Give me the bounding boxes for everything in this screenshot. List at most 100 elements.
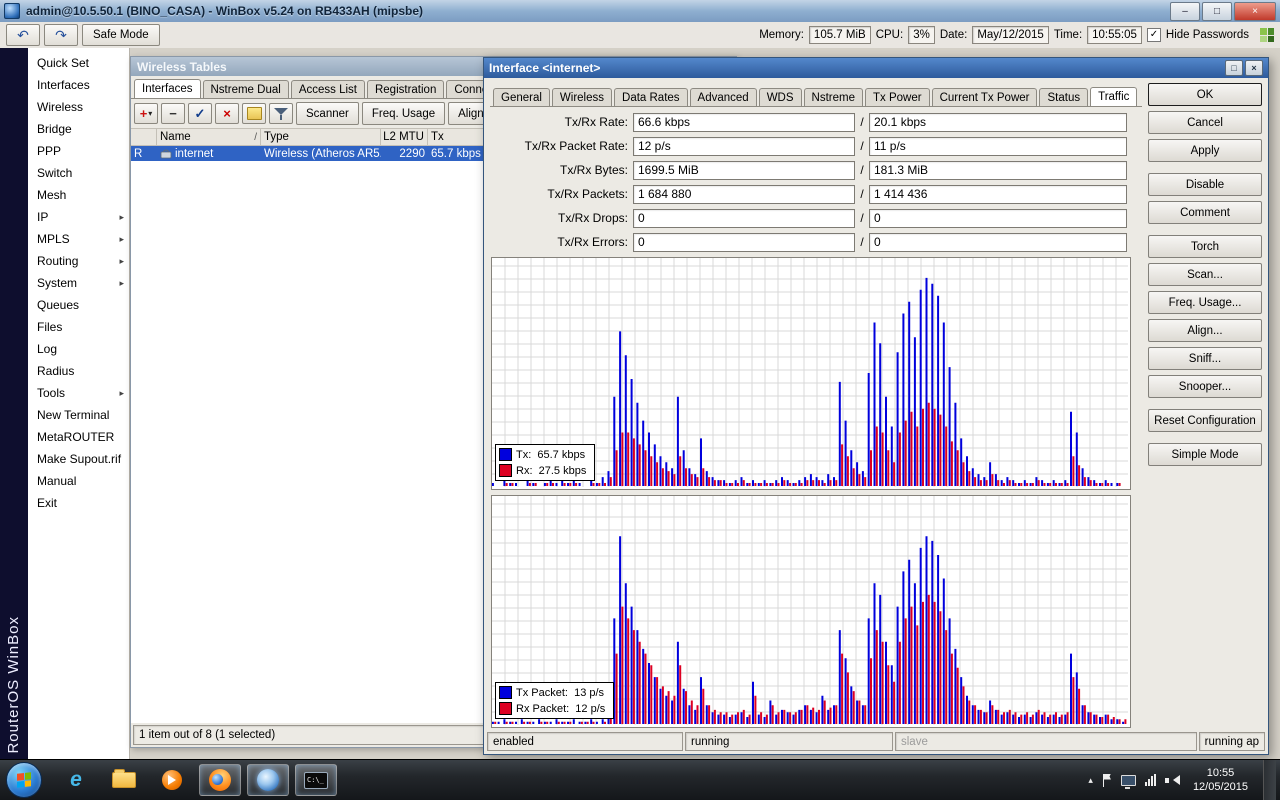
- dialog-tab[interactable]: Traffic: [1090, 87, 1138, 106]
- dialog-tab[interactable]: Advanced: [689, 88, 757, 106]
- sidebar-item[interactable]: Tools ▸: [28, 382, 129, 404]
- dialog-button[interactable]: Align...: [1148, 319, 1262, 342]
- sidebar-item[interactable]: Routing ▸: [28, 250, 129, 272]
- sidebar-item[interactable]: Wireless: [28, 96, 129, 118]
- rx-value-field[interactable]: 1 414 436: [869, 184, 1127, 204]
- tx-value-field[interactable]: 1699.5 MiB: [633, 160, 855, 180]
- taskbar-ie-button[interactable]: e: [55, 764, 97, 796]
- type-column-header[interactable]: Type: [261, 129, 381, 145]
- toolbar-text-button[interactable]: Freq. Usage: [361, 102, 446, 125]
- close-icon[interactable]: ×: [1234, 1, 1276, 21]
- sidebar-item[interactable]: MetaROUTER: [28, 426, 129, 448]
- sidebar-item[interactable]: IP ▸: [28, 206, 129, 228]
- sidebar-item[interactable]: Quick Set: [28, 52, 129, 74]
- dialog-button[interactable]: Simple Mode: [1148, 443, 1262, 466]
- tx-value-field[interactable]: 12 p/s: [633, 136, 855, 156]
- toolbar-text-button[interactable]: Scanner: [296, 102, 359, 125]
- enable-button[interactable]: ✓: [188, 103, 212, 124]
- slash-separator: /: [860, 235, 864, 249]
- hide-passwords-checkbox[interactable]: ✓: [1146, 28, 1161, 42]
- taskbar-clock[interactable]: 10:55 12/05/2015: [1187, 766, 1254, 794]
- dialog-button[interactable]: Torch: [1148, 235, 1262, 258]
- minimize-icon[interactable]: –: [1170, 1, 1200, 21]
- dialog-button[interactable]: Cancel: [1148, 111, 1262, 134]
- redo-button[interactable]: ↷: [44, 24, 78, 46]
- sidebar-item[interactable]: Radius: [28, 360, 129, 382]
- sidebar-item[interactable]: Manual: [28, 470, 129, 492]
- sidebar-item[interactable]: MPLS ▸: [28, 228, 129, 250]
- dialog-button[interactable]: Apply: [1148, 139, 1262, 162]
- rx-value-field[interactable]: 11 p/s: [869, 136, 1127, 156]
- dialog-tab[interactable]: Wireless: [551, 88, 613, 106]
- remove-interface-button[interactable]: −: [161, 103, 185, 124]
- filter-button[interactable]: [269, 103, 293, 124]
- taskbar-cmd-button[interactable]: C:\_: [295, 764, 337, 796]
- signal-bars-icon[interactable]: [1144, 774, 1156, 786]
- wireless-tables-tab[interactable]: Interfaces: [134, 79, 201, 98]
- undo-button[interactable]: ↶: [6, 24, 40, 46]
- sidebar-item[interactable]: Exit: [28, 492, 129, 514]
- taskbar-firefox-button[interactable]: [199, 764, 241, 796]
- dialog-button[interactable]: Disable: [1148, 173, 1262, 196]
- dialog-button[interactable]: Snooper...: [1148, 375, 1262, 398]
- dialog-close-icon[interactable]: ×: [1245, 60, 1263, 76]
- add-interface-button[interactable]: + ▾: [134, 103, 158, 124]
- dialog-tab[interactable]: Status: [1039, 88, 1089, 106]
- dialog-tab[interactable]: Nstreme: [803, 88, 863, 106]
- sidebar-item[interactable]: Switch: [28, 162, 129, 184]
- l2mtu-column-header[interactable]: L2 MTU: [381, 129, 428, 145]
- wireless-tables-tab[interactable]: Registration: [366, 80, 445, 98]
- volume-icon[interactable]: [1164, 774, 1180, 787]
- sidebar-item[interactable]: Bridge: [28, 118, 129, 140]
- interface-dialog-titlebar[interactable]: Interface <internet> □ ×: [484, 58, 1268, 78]
- sidebar-item[interactable]: New Terminal: [28, 404, 129, 426]
- name-column-header[interactable]: Name /: [157, 129, 261, 145]
- dialog-button[interactable]: Comment: [1148, 201, 1262, 224]
- comment-button[interactable]: [242, 103, 266, 124]
- sidebar-item[interactable]: Log: [28, 338, 129, 360]
- dialog-button[interactable]: Scan...: [1148, 263, 1262, 286]
- start-button[interactable]: [6, 762, 42, 798]
- sidebar-item[interactable]: Queues: [28, 294, 129, 316]
- network-monitor-icon[interactable]: [1120, 774, 1136, 789]
- safe-mode-button[interactable]: Safe Mode: [82, 24, 160, 46]
- tx-value-field[interactable]: 66.6 kbps: [633, 112, 855, 132]
- dialog-button[interactable]: Sniff...: [1148, 347, 1262, 370]
- tray-expand-icon[interactable]: ▴: [1088, 775, 1093, 786]
- rx-value-field[interactable]: 20.1 kbps: [869, 112, 1127, 132]
- taskbar-media-button[interactable]: [151, 764, 193, 796]
- action-center-flag-icon[interactable]: [1102, 773, 1112, 787]
- dialog-button[interactable]: Reset Configuration: [1148, 409, 1262, 432]
- flag-column-header[interactable]: [131, 129, 157, 145]
- dialog-tab[interactable]: Current Tx Power: [931, 88, 1038, 106]
- dialog-button[interactable]: Freq. Usage...: [1148, 291, 1262, 314]
- sidebar-item-label: System: [37, 276, 78, 290]
- rx-value-field[interactable]: 181.3 MiB: [869, 160, 1127, 180]
- tx-value-field[interactable]: 0: [633, 232, 855, 252]
- disable-button[interactable]: ×: [215, 103, 239, 124]
- tx-value-field[interactable]: 0: [633, 208, 855, 228]
- sidebar-item[interactable]: Make Supout.rif: [28, 448, 129, 470]
- rx-value-field[interactable]: 0: [869, 208, 1127, 228]
- sidebar-item[interactable]: Mesh: [28, 184, 129, 206]
- submenu-arrow-icon: ▸: [119, 211, 124, 222]
- maximize-icon[interactable]: □: [1202, 1, 1232, 21]
- dialog-button[interactable]: OK: [1148, 83, 1262, 106]
- dialog-tab[interactable]: WDS: [758, 88, 802, 106]
- dialog-restore-icon[interactable]: □: [1225, 60, 1243, 76]
- dialog-tab[interactable]: Data Rates: [614, 88, 688, 106]
- show-desktop-button[interactable]: [1263, 760, 1276, 800]
- sidebar-item[interactable]: Interfaces: [28, 74, 129, 96]
- wireless-tables-tab[interactable]: Access List: [290, 80, 365, 98]
- sidebar-item[interactable]: PPP: [28, 140, 129, 162]
- wireless-tables-tab[interactable]: Nstreme Dual: [202, 80, 289, 98]
- taskbar-explorer-button[interactable]: [103, 764, 145, 796]
- dialog-tab[interactable]: General: [493, 88, 550, 106]
- dialog-tab[interactable]: Tx Power: [865, 88, 930, 106]
- tx-value-field[interactable]: 1 684 880: [633, 184, 855, 204]
- sidebar-item[interactable]: System ▸: [28, 272, 129, 294]
- taskbar-winbox-button[interactable]: [247, 764, 289, 796]
- rx-value-field[interactable]: 0: [869, 232, 1127, 252]
- sidebar-item[interactable]: Files: [28, 316, 129, 338]
- status-cell: enabled: [487, 732, 683, 751]
